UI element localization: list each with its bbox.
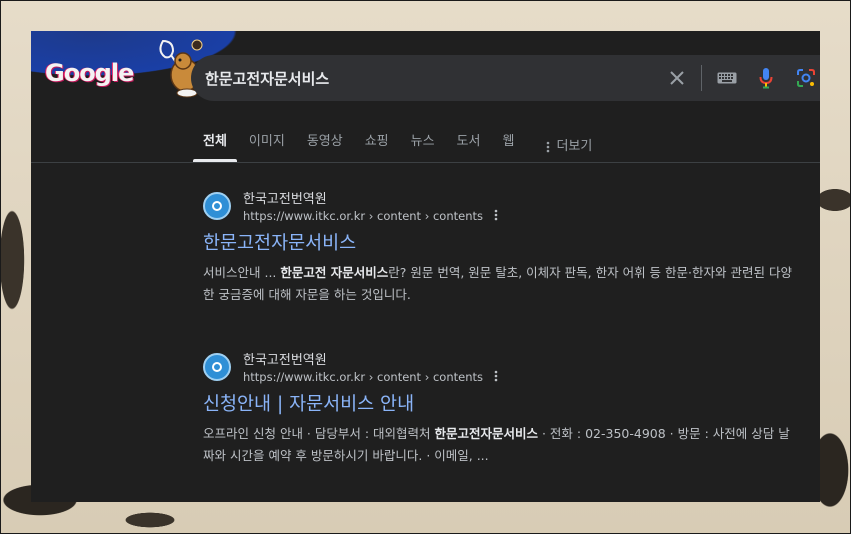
microphone-icon[interactable]: [754, 66, 778, 90]
keyboard-icon[interactable]: [715, 66, 739, 90]
snippet-highlight: 한문고전자문서비스: [434, 426, 539, 441]
search-divider: [701, 65, 702, 91]
tab-more-label: 더보기: [556, 139, 593, 154]
result-site-row[interactable]: 한국고전번역원 https://www.itkc.or.kr › content…: [203, 352, 803, 386]
tab-books[interactable]: 도서: [447, 132, 491, 162]
search-result: 한국고전번역원 https://www.itkc.or.kr › content…: [203, 352, 803, 467]
result-menu-icon[interactable]: [493, 370, 499, 385]
result-site-name: 한국고전번역원: [243, 353, 327, 368]
tab-more[interactable]: 더보기: [536, 132, 602, 162]
tab-shopping[interactable]: 쇼핑: [355, 132, 399, 162]
search-input[interactable]: 한문고전자문서비스: [205, 68, 329, 89]
tab-news[interactable]: 뉴스: [401, 132, 445, 162]
tab-images[interactable]: 이미지: [239, 132, 295, 162]
tab-all[interactable]: 전체: [193, 132, 237, 162]
site-favicon-icon: [203, 353, 231, 381]
result-url: https://www.itkc.or.kr › content › conte…: [243, 370, 484, 384]
site-favicon-icon: [203, 192, 231, 220]
result-site-row[interactable]: 한국고전번역원 https://www.itkc.or.kr › content…: [203, 191, 803, 225]
search-box[interactable]: 한문고전자문서비스: [191, 55, 820, 101]
tab-videos[interactable]: 동영상: [297, 132, 353, 162]
kebab-icon: [547, 141, 550, 153]
close-icon[interactable]: [665, 66, 689, 90]
snippet-highlight: 한문고전 자문서비스: [280, 265, 389, 280]
snippet-text: 서비스안내 ...: [203, 265, 281, 280]
result-menu-icon[interactable]: [493, 209, 499, 224]
google-doodle[interactable]: Google: [45, 31, 205, 105]
doodle-logo-text: Google: [45, 59, 134, 87]
result-title-link[interactable]: 한문고전자문서비스: [203, 231, 803, 257]
tab-web[interactable]: 웹: [492, 132, 524, 162]
camera-icon[interactable]: [794, 66, 818, 90]
result-title-link[interactable]: 신청안내 | 자문서비스 안내: [203, 392, 803, 418]
snippet-text: 오프라인 신청 안내 · 담당부서 : 대외협력처: [203, 426, 435, 441]
search-result: 한국고전번역원 https://www.itkc.or.kr › content…: [203, 191, 803, 306]
result-url: https://www.itkc.or.kr › content › conte…: [243, 209, 484, 223]
tabs-divider: [31, 162, 820, 163]
browser-content: Google 한문고전자문서비스 전체 이미지 동영상 쇼핑 뉴스 도서 웹 더…: [31, 31, 820, 502]
search-tabs: 전체 이미지 동영상 쇼핑 뉴스 도서 웹 더보기: [193, 132, 604, 162]
result-snippet: 오프라인 신청 안내 · 담당부서 : 대외협력처 한문고전자문서비스 · 전화…: [203, 423, 801, 467]
result-snippet: 서비스안내 ... 한문고전 자문서비스란? 원문 번역, 원문 탈초, 이체자…: [203, 262, 801, 306]
result-site-name: 한국고전번역원: [243, 192, 327, 207]
